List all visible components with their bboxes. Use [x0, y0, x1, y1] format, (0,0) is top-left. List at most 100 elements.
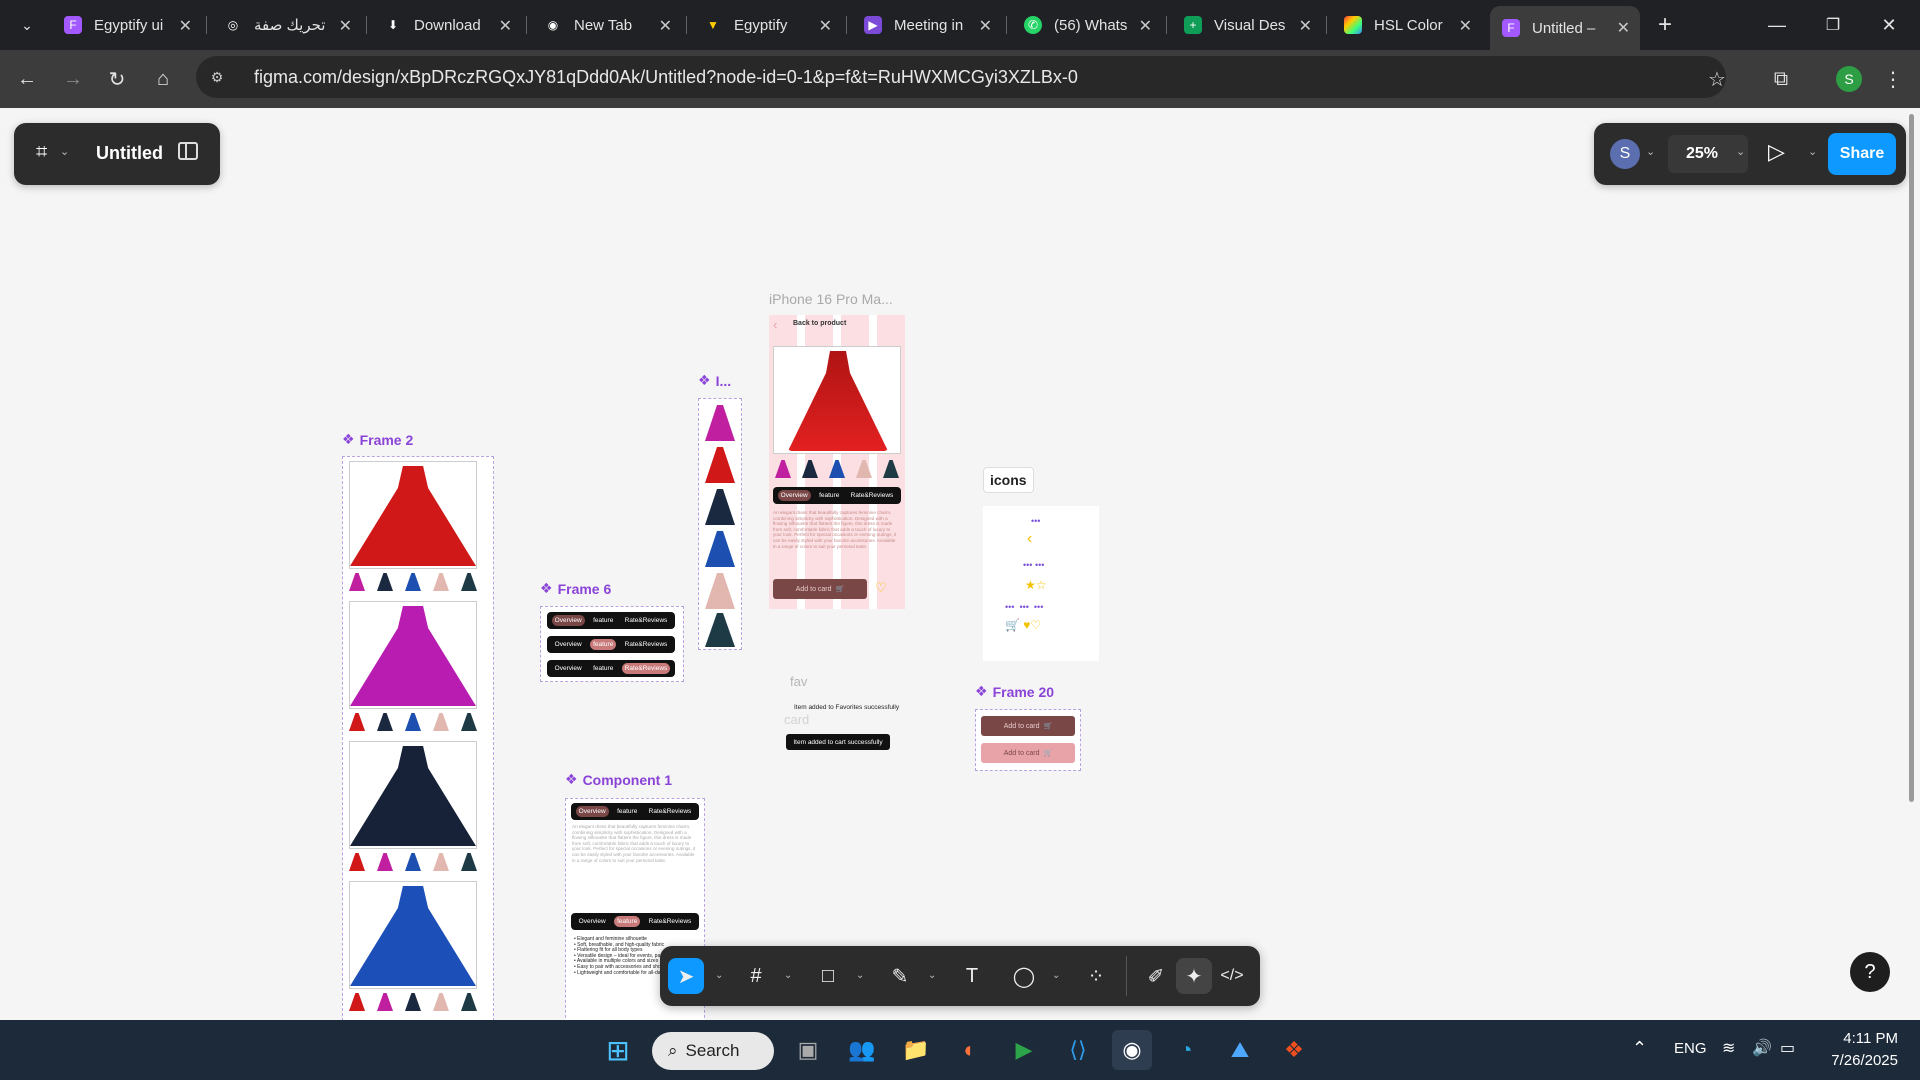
windows-start-icon[interactable]: ⊞: [598, 1030, 638, 1070]
tab-search-chevron-icon[interactable]: ⌄: [12, 10, 42, 40]
file-explorer-icon[interactable]: 📁: [896, 1030, 936, 1070]
restore-icon[interactable]: ❐: [1818, 10, 1848, 40]
tab-download[interactable]: ⬇ Download ✕: [372, 8, 522, 42]
swatch-purple[interactable]: [775, 460, 791, 478]
minimize-icon[interactable]: —: [1762, 10, 1792, 40]
address-bar[interactable]: ⚙ figma.com/design/xBpDRczRGQxJY81qDdd0A…: [196, 56, 1726, 98]
file-name[interactable]: Untitled: [96, 143, 163, 164]
chevron-down-icon[interactable]: ⌄: [1646, 145, 1655, 158]
close-icon[interactable]: ✕: [1139, 16, 1152, 36]
language-indicator[interactable]: ENG: [1674, 1040, 1707, 1057]
back-to-product-text[interactable]: Back to product: [793, 320, 846, 327]
extensions-icon[interactable]: ⧉: [1766, 64, 1796, 94]
dev-mode-code-icon[interactable]: </>: [1214, 958, 1250, 994]
pen-tool-icon[interactable]: ✎: [882, 958, 918, 994]
vertical-scrollbar[interactable]: [1909, 114, 1914, 802]
close-icon[interactable]: ✕: [659, 16, 672, 36]
icons-frame[interactable]: ••• ‹ ••• ••• ★☆ ••• ••• ••• 🛒 ♥♡: [983, 506, 1099, 661]
cart-toast[interactable]: Item added to cart successfully: [786, 734, 890, 750]
site-settings-icon[interactable]: ⚙: [200, 60, 234, 94]
edge-icon[interactable]: ◔: [1166, 1030, 1206, 1070]
swatch-blush[interactable]: [856, 460, 872, 478]
tab-whatsapp[interactable]: ✆ (56) Whats ✕: [1012, 8, 1162, 42]
more-menu-icon[interactable]: ⋮: [1878, 64, 1908, 94]
clock-time[interactable]: 4:11 PM: [1820, 1030, 1898, 1047]
bookmark-star-icon[interactable]: ☆: [1702, 64, 1732, 94]
frame-20[interactable]: Add to card 🛒 Add to card 🛒: [975, 709, 1081, 771]
close-icon[interactable]: ✕: [339, 16, 352, 36]
heart-outline-icon[interactable]: ♡: [875, 580, 887, 596]
chevron-down-icon[interactable]: ⌄: [856, 970, 864, 981]
frame-label-i[interactable]: ❖ I...: [698, 372, 731, 389]
chrome-taskbar-icon[interactable]: ◉: [1112, 1030, 1152, 1070]
volume-icon[interactable]: 🔊: [1752, 1038, 1772, 1058]
window-close-icon[interactable]: ✕: [1874, 10, 1904, 40]
frame-label-component1[interactable]: ❖ Component 1: [565, 771, 672, 788]
chevron-down-icon[interactable]: ⌄: [715, 970, 723, 981]
swatch-teal[interactable]: [883, 460, 899, 478]
close-icon[interactable]: ✕: [819, 16, 832, 36]
back-chevron-icon[interactable]: ‹: [773, 317, 777, 332]
forward-arrow-icon[interactable]: →: [58, 64, 88, 94]
close-icon[interactable]: ✕: [499, 16, 512, 36]
close-icon[interactable]: ✕: [1299, 16, 1312, 36]
chevron-up-icon[interactable]: ⌃: [1632, 1038, 1647, 1059]
tab-feature[interactable]: feature: [816, 490, 842, 501]
iphone-frame[interactable]: ‹ Back to product Overview feature Rate&…: [769, 315, 905, 609]
tab-egyptify-ui[interactable]: F Egyptify ui ✕: [52, 8, 202, 42]
frame-label-icons[interactable]: icons: [983, 467, 1034, 493]
text-tool-icon[interactable]: T: [954, 958, 990, 994]
figma-canvas[interactable]: ⌗ ⌄ Untitled S ⌄ 25% ⌄ ▷ ⌄ Share iPhone …: [0, 108, 1920, 1020]
frame-label-iphone[interactable]: iPhone 16 Pro Ma...: [769, 291, 893, 307]
tab-visual-des[interactable]: + Visual Des ✕: [1172, 8, 1322, 42]
figma-taskbar-icon[interactable]: ❖: [1274, 1030, 1314, 1070]
task-view-icon[interactable]: ▣: [788, 1030, 828, 1070]
frame-label-frame6[interactable]: ❖ Frame 6: [540, 580, 611, 597]
swatch-navy[interactable]: [802, 460, 818, 478]
frame-2[interactable]: [342, 456, 494, 1020]
tab-untitled-active[interactable]: F Untitled – ✕: [1490, 6, 1640, 50]
chevron-down-icon[interactable]: ⌄: [1052, 970, 1060, 981]
close-icon[interactable]: ✕: [979, 16, 992, 36]
taskbar-search[interactable]: ⌕ Search: [652, 1032, 774, 1070]
chevron-down-icon[interactable]: ⌄: [60, 145, 69, 158]
rectangle-tool-icon[interactable]: □: [810, 958, 846, 994]
present-play-icon[interactable]: ▷: [1768, 139, 1785, 165]
tab-egyptify[interactable]: ▼ Egyptify ✕: [692, 8, 842, 42]
profile-avatar[interactable]: S: [1836, 66, 1862, 92]
clock-date[interactable]: 7/26/2025: [1816, 1052, 1898, 1069]
close-icon[interactable]: ✕: [1617, 18, 1630, 38]
fav-frame-label[interactable]: fav: [790, 674, 807, 689]
figma-menu-icon[interactable]: ⌗: [36, 141, 47, 164]
card-frame-label[interactable]: card: [784, 712, 809, 727]
actions-tool-icon[interactable]: ⁘: [1078, 958, 1114, 994]
tab-hsl-color[interactable]: HSL Color ✕: [1332, 8, 1482, 42]
photos-icon[interactable]: ⛰: [1220, 1030, 1260, 1070]
firefox-icon[interactable]: ◐: [950, 1030, 990, 1070]
frame-6[interactable]: Overview feature Rate&Reviews Overview feat…: [540, 606, 684, 682]
move-cursor-icon[interactable]: ➤: [668, 958, 704, 994]
teams-icon[interactable]: 👥: [842, 1030, 882, 1070]
battery-icon[interactable]: ▭: [1780, 1038, 1795, 1058]
draw-tool-icon[interactable]: ✐: [1138, 958, 1174, 994]
fav-toast[interactable]: Item added to Favorites successfully: [794, 704, 899, 711]
new-tab-plus-icon[interactable]: +: [1650, 10, 1680, 40]
swatch-blue[interactable]: [829, 460, 845, 478]
wifi-icon[interactable]: ≋: [1722, 1038, 1735, 1058]
add-to-card-button[interactable]: Add to card 🛒: [773, 579, 867, 599]
comment-tool-icon[interactable]: ◯: [1006, 958, 1042, 994]
tab-new-tab[interactable]: ◉ New Tab ✕: [532, 8, 682, 42]
back-arrow-icon[interactable]: ←: [12, 64, 42, 94]
tab-arabic[interactable]: ◎ تحريك صفة ✕: [212, 8, 362, 42]
user-avatar[interactable]: S: [1610, 139, 1640, 169]
close-icon[interactable]: ✕: [1459, 16, 1472, 36]
tab-reviews[interactable]: Rate&Reviews: [848, 490, 897, 501]
sidebar-toggle-icon[interactable]: [178, 142, 198, 160]
add-to-card-button-default[interactable]: Add to card 🛒: [981, 716, 1075, 736]
chevron-down-icon[interactable]: ⌄: [784, 970, 792, 981]
frame-tool-icon[interactable]: #: [738, 958, 774, 994]
chevron-down-icon[interactable]: ⌄: [928, 970, 936, 981]
home-icon[interactable]: ⌂: [148, 64, 178, 94]
close-icon[interactable]: ✕: [179, 16, 192, 36]
frame-label-frame2[interactable]: ❖ Frame 2: [342, 431, 413, 448]
